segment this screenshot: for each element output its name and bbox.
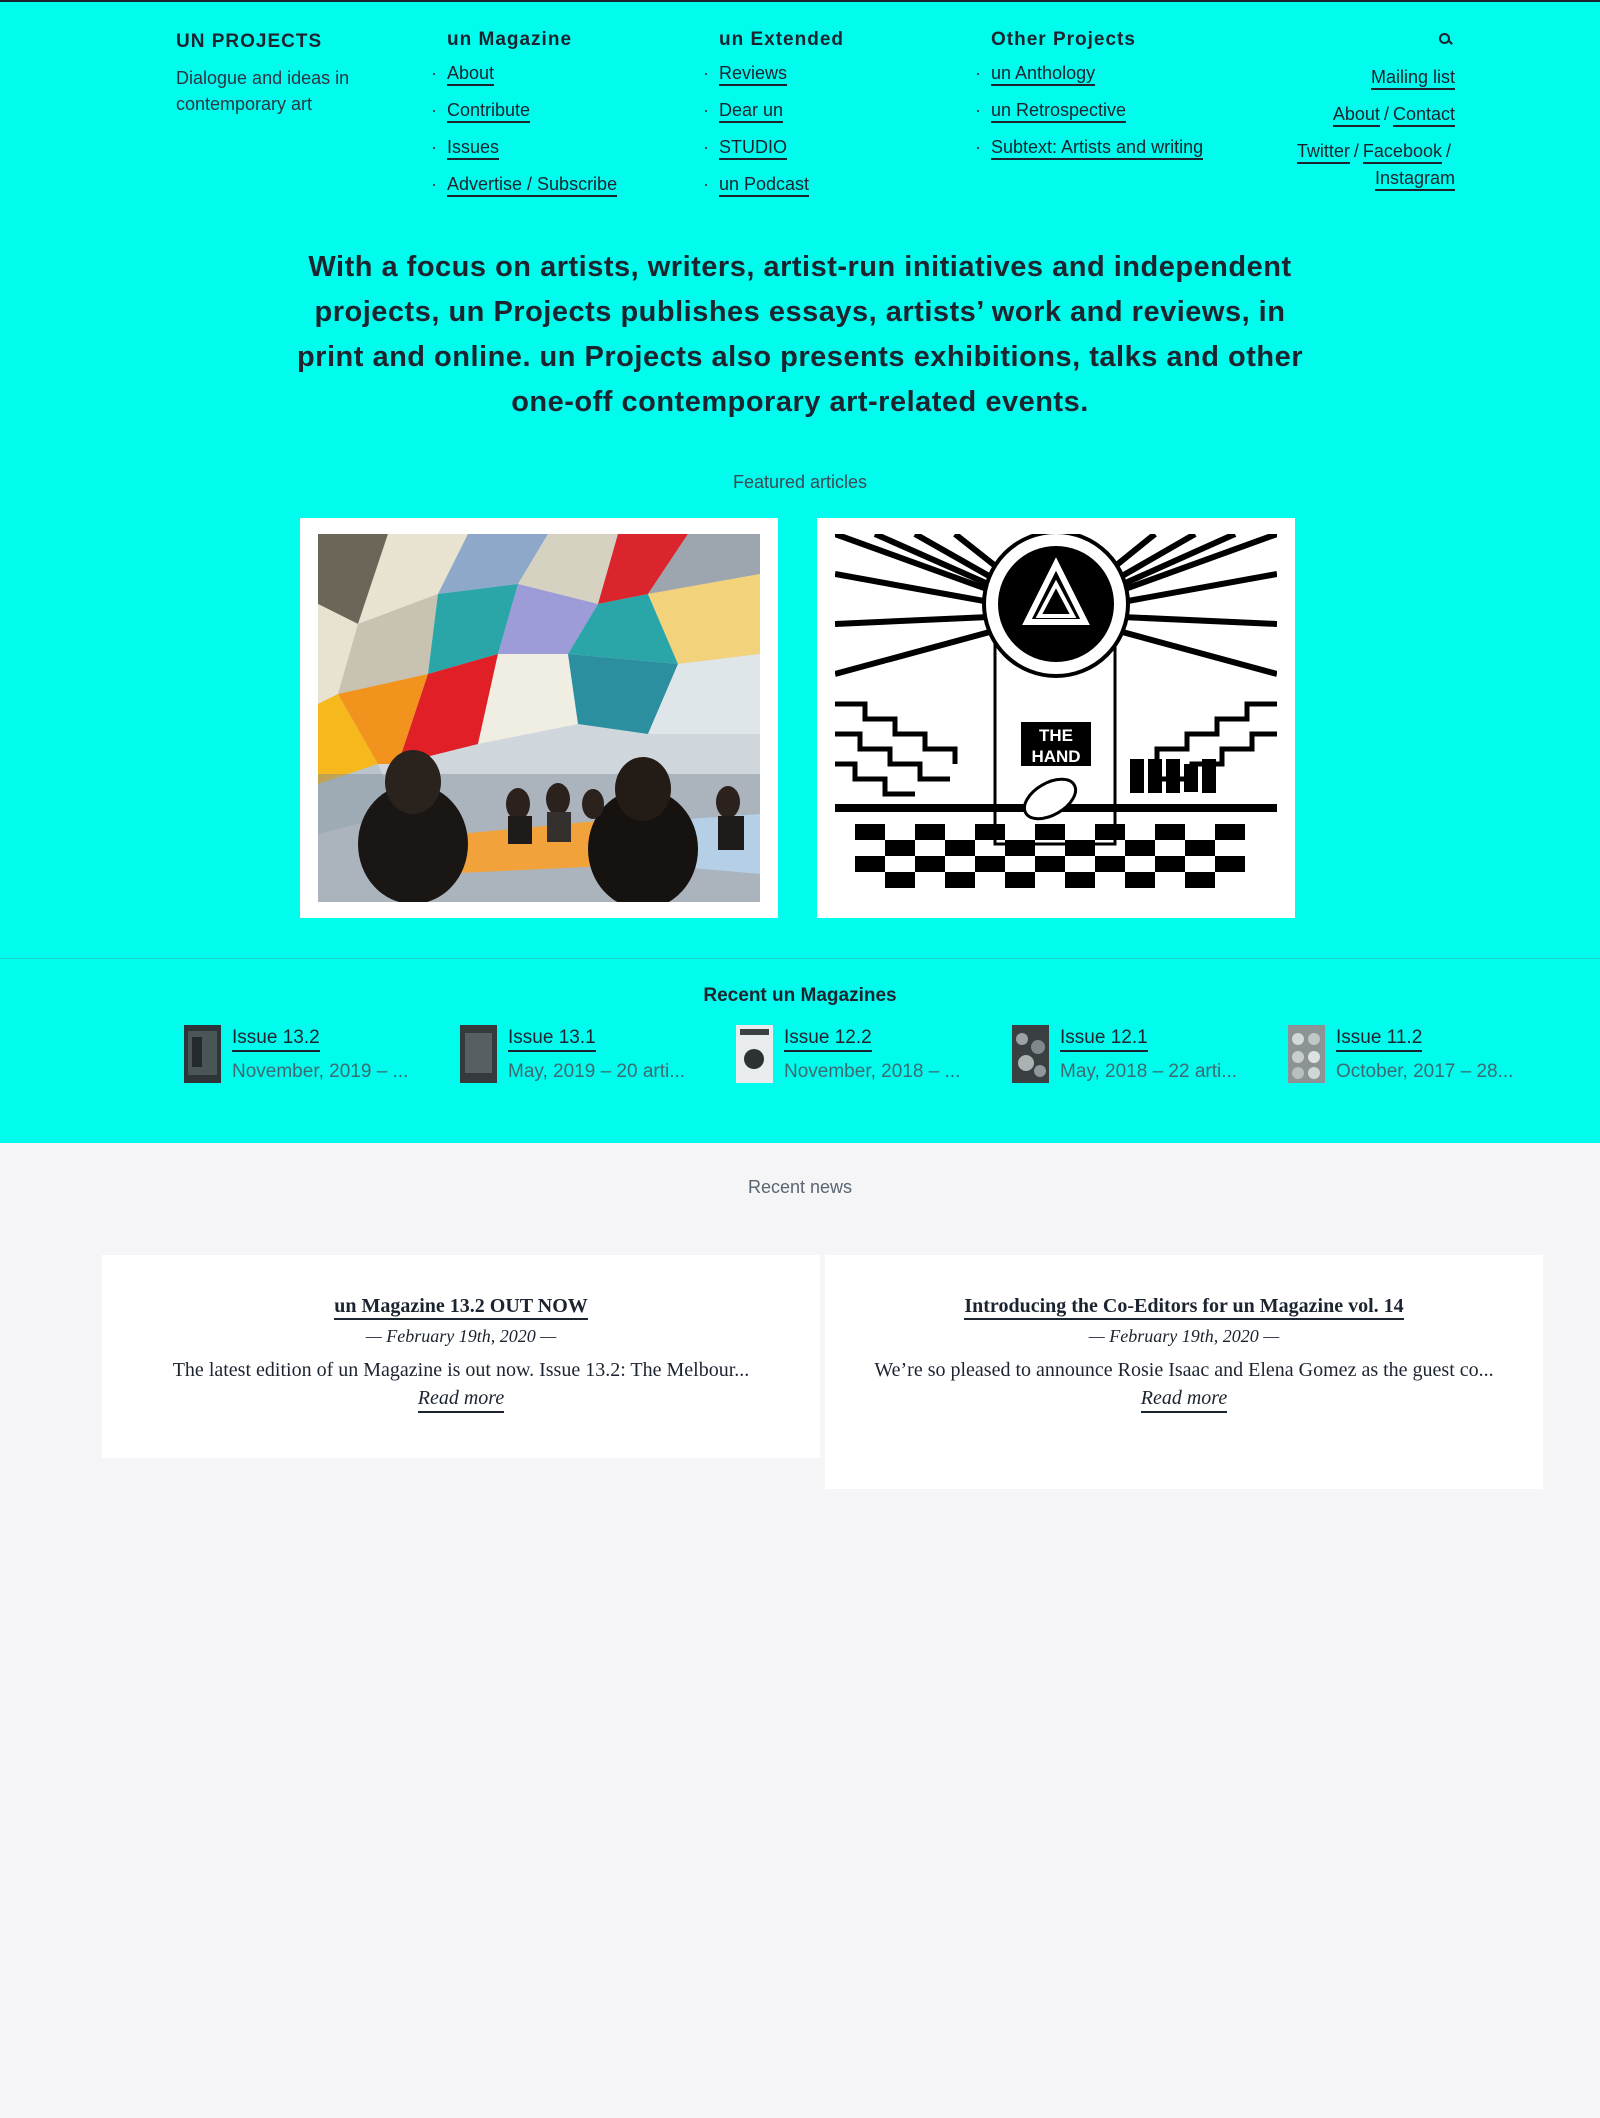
magazine-title[interactable]: Issue 12.1: [1060, 1027, 1148, 1052]
magazine-cover-thumbnail: [1288, 1025, 1325, 1083]
magazine-title[interactable]: Issue 13.2: [232, 1027, 320, 1052]
nav-link-studio[interactable]: STUDIO: [719, 137, 788, 160]
separator: /: [1383, 104, 1389, 124]
featured-image-the-hand: THE HAND: [833, 530, 1279, 902]
instagram-link[interactable]: Instagram: [1374, 168, 1455, 191]
news-date: — February 19th, 2020 —: [365, 1326, 557, 1346]
magazine-item[interactable]: Issue 13.2 November, 2019 – ...: [184, 1025, 444, 1085]
nav-link-podcast[interactable]: un Podcast: [719, 174, 810, 197]
nav-heading-other-projects: Other Projects: [991, 29, 1136, 50]
nav-link-subtext[interactable]: Subtext: Artists and writing: [991, 137, 1204, 160]
magazine-summary: May, 2018 – 22 arti...: [1060, 1061, 1238, 1082]
separator: /: [1353, 141, 1359, 161]
featured-article-card-1[interactable]: [300, 518, 778, 918]
nav-link-reviews[interactable]: Reviews: [719, 63, 788, 86]
read-more-link[interactable]: Read more: [417, 1387, 505, 1413]
brand: UN PROJECTS Dialogue and ideas in contem…: [176, 31, 376, 117]
nav-link-about[interactable]: About: [447, 63, 495, 86]
header-region: UN PROJECTS Dialogue and ideas in contem…: [0, 0, 1600, 1143]
nav-column-extended: un Extended Reviews Dear un STUDIO un Po…: [703, 29, 845, 207]
nav-link-contribute[interactable]: Contribute: [447, 100, 531, 123]
magazine-title[interactable]: Issue 13.1: [508, 1027, 596, 1052]
section-divider: [0, 958, 1600, 959]
twitter-link[interactable]: Twitter: [1296, 141, 1350, 164]
magazine-cover-thumbnail: [736, 1025, 773, 1083]
recent-news-heading: Recent news: [747, 1177, 853, 1197]
magazine-title[interactable]: Issue 12.2: [784, 1027, 872, 1052]
nav-link-dear-un[interactable]: Dear un: [719, 100, 784, 123]
magazine-item[interactable]: Issue 12.1 May, 2018 – 22 arti...: [1012, 1025, 1272, 1085]
nav-column-other-projects: Other Projects un Anthology un Retrospec…: [975, 29, 1204, 170]
news-card: Introducing the Co-Editors for un Magazi…: [825, 1255, 1543, 1489]
nav-link-anthology[interactable]: un Anthology: [991, 63, 1096, 86]
featured-article-card-2[interactable]: THE HAND: [817, 518, 1295, 918]
news-excerpt: We’re so pleased to announce Rosie Isaac…: [874, 1359, 1494, 1381]
nav-link-retrospective[interactable]: un Retrospective: [991, 100, 1127, 123]
separator: /: [1445, 141, 1451, 161]
magazine-summary: November, 2019 – ...: [232, 1061, 409, 1082]
site-tagline: Dialogue and ideas in contemporary art: [176, 68, 350, 114]
about-link[interactable]: About: [1332, 104, 1380, 127]
news-date: — February 19th, 2020 —: [1088, 1326, 1280, 1346]
search-icon[interactable]: [1437, 30, 1455, 48]
featured-articles-heading: Featured articles: [732, 472, 868, 492]
magazine-cover-thumbnail: [184, 1025, 221, 1083]
nav-link-advertise-subscribe[interactable]: Advertise / Subscribe: [447, 174, 618, 197]
nav-link-issues[interactable]: Issues: [447, 137, 500, 160]
featured-image-tent: [318, 534, 760, 909]
mailing-list-link[interactable]: Mailing list: [1370, 67, 1455, 90]
magazine-summary: May, 2019 – 20 arti...: [508, 1061, 686, 1082]
contact-link[interactable]: Contact: [1392, 104, 1455, 127]
news-title-link[interactable]: un Magazine 13.2 OUT NOW: [334, 1295, 588, 1320]
nav-heading-magazine: un Magazine: [447, 29, 573, 50]
magazine-item[interactable]: Issue 11.2 October, 2017 – 28...: [1288, 1025, 1548, 1085]
magazine-title[interactable]: Issue 11.2: [1336, 1027, 1423, 1052]
facebook-link[interactable]: Facebook: [1362, 141, 1442, 164]
magazine-summary: November, 2018 – ...: [784, 1061, 961, 1082]
magazine-item[interactable]: Issue 13.1 May, 2019 – 20 arti...: [460, 1025, 720, 1085]
nav-heading-extended: un Extended: [719, 29, 845, 50]
magazine-cover-thumbnail: [1012, 1025, 1049, 1083]
read-more-link[interactable]: Read more: [1140, 1387, 1228, 1413]
news-title-link[interactable]: Introducing the Co-Editors for un Magazi…: [964, 1295, 1404, 1320]
nav-column-magazine: un Magazine About Contribute Issues Adve…: [431, 29, 618, 207]
magazine-summary: October, 2017 – 28...: [1336, 1061, 1514, 1082]
nav-column-right: Mailing list About / Contact Twitter / Faceb…: [1235, 30, 1455, 201]
top-navigation: UN PROJECTS Dialogue and ideas in contem…: [0, 2, 1600, 202]
site-title[interactable]: UN PROJECTS: [176, 31, 376, 53]
news-card: un Magazine 13.2 OUT NOW — February 19th…: [102, 1255, 820, 1458]
recent-magazines-heading: Recent un Magazines: [703, 985, 897, 1006]
magazine-cover-thumbnail: [460, 1025, 497, 1083]
magazine-item[interactable]: Issue 12.2 November, 2018 – ...: [736, 1025, 996, 1085]
hand-text-2: HAND: [1031, 747, 1080, 766]
intro-statement: With a focus on artists, writers, artist…: [296, 251, 1304, 418]
hand-text-1: THE: [1039, 726, 1073, 745]
news-excerpt: The latest edition of un Magazine is out…: [172, 1359, 750, 1381]
